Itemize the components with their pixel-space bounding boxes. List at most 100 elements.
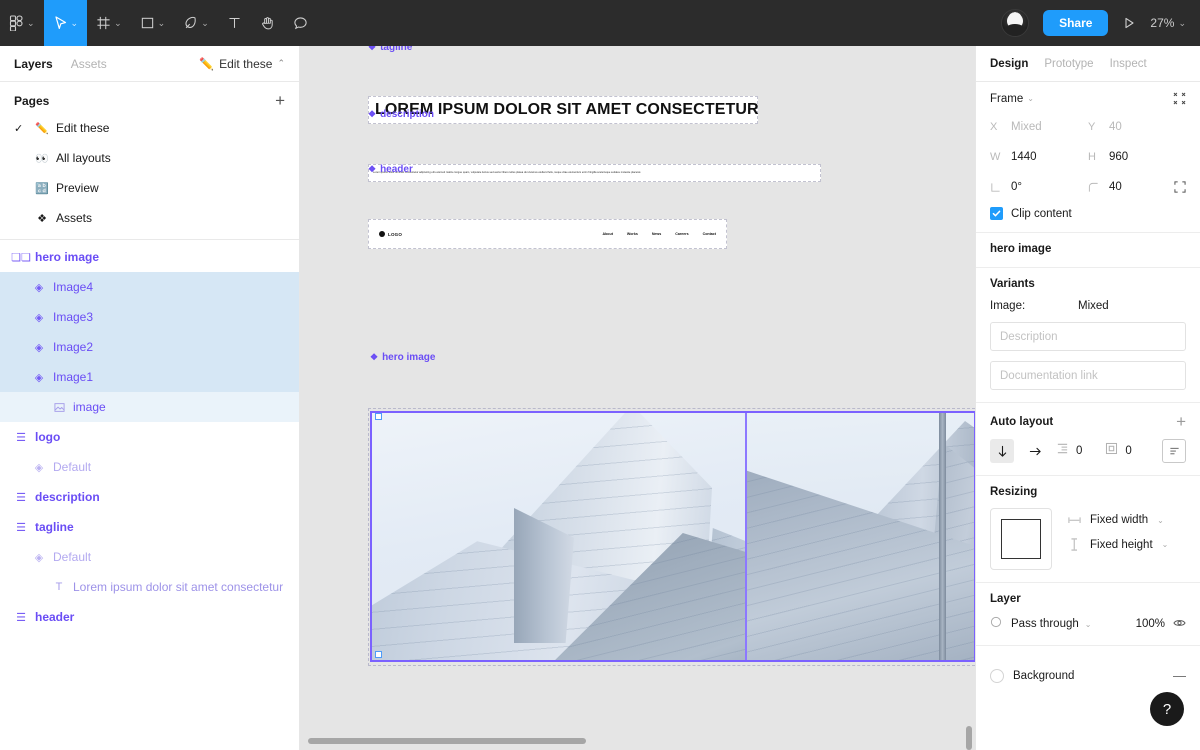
remove-background-button[interactable]: — [1173,668,1186,683]
auto-layout-horizontal-button[interactable] [1023,439,1047,463]
text-tool-icon[interactable] [218,0,251,46]
background-color-swatch[interactable] [990,668,1004,683]
nav-item-works[interactable]: Works [627,232,638,236]
present-button[interactable] [1122,16,1136,30]
nav-item-contact[interactable]: Contact [703,232,716,236]
share-button[interactable]: Share [1043,10,1109,36]
auto-layout-vertical-button[interactable] [990,439,1014,463]
fixed-width-label: Fixed width [1090,514,1149,526]
node-label-text: hero image [382,352,436,363]
chevron-down-icon: ⌄ [1084,619,1092,629]
auto-layout-header: Auto layout + [990,413,1186,430]
vertical-scrollbar-thumb[interactable] [966,726,972,750]
resizing-preview-inner [1001,519,1041,559]
frame-corner-field[interactable]: 40 [1088,173,1186,201]
resizing-preview-box[interactable] [990,508,1052,570]
frame-x-field[interactable]: X Mixed [990,113,1088,141]
add-auto-layout-button[interactable]: + [1176,413,1186,430]
move-tool-icon[interactable]: ⌄ [43,0,88,46]
layer-row[interactable]: ☰ tagline [0,512,299,542]
chevron-down-icon: ⌄ [1161,540,1169,549]
fixed-height-dropdown[interactable]: Fixed height ⌄ [1068,538,1168,551]
layer-row[interactable]: ❏❏ hero image [0,242,299,272]
nav-item-about[interactable]: About [603,232,613,236]
frame-rotation-field[interactable]: 0° [990,173,1088,201]
check-icon: ✓ [14,122,24,135]
page-item-preview[interactable]: 🔡 Preview [0,173,299,203]
resize-handle-top-left[interactable] [375,413,382,420]
shape-tool-icon[interactable]: ⌄ [131,0,175,46]
frame-section: Frame ⌄ X Mixed Y 40 W 1440 H 960 0° 40 … [976,82,1200,233]
layer-row[interactable]: ◈ Image3 [0,302,299,332]
add-page-button[interactable]: + [275,92,285,109]
frame-tool-icon[interactable]: ⌄ [87,0,131,46]
user-avatar[interactable] [1001,9,1030,37]
auto-layout-alignment-button[interactable] [1162,439,1186,463]
layer-row[interactable]: ☰ header [0,602,299,632]
figma-menu-icon[interactable]: ⌄ [0,0,44,46]
clip-content-row[interactable]: Clip content [990,207,1186,220]
logo-mark-icon [379,231,385,237]
file-name-dropdown[interactable]: ✏️ Edit these ⌃ [199,57,285,71]
tab-assets[interactable]: Assets [71,57,107,71]
node-label-header[interactable]: ❖ header [368,164,413,175]
frame-h-field[interactable]: H 960 [1088,143,1186,171]
layer-row[interactable]: ☰ logo [0,422,299,452]
blend-mode-dropdown[interactable]: Pass through ⌄ [1011,618,1091,630]
layer-row[interactable]: image [0,392,299,422]
hero-image-frame[interactable] [371,412,975,661]
opacity-field[interactable]: 100% [1136,617,1186,632]
node-label-hero-image[interactable]: ❖ hero image [370,352,435,363]
figma-app-window: ⌄ ⌄ ⌄ ⌄ ⌄ Share 27% ⌄ Layers Assets ✏️ E… [0,0,1200,750]
design-canvas[interactable]: ❖ tagline LOREM IPSUM DOLOR SIT AMET CON… [300,46,975,750]
tab-prototype[interactable]: Prototype [1044,58,1093,70]
independent-corners-icon[interactable] [1174,181,1186,193]
help-button[interactable]: ? [1150,692,1184,726]
auto-layout-spacing-field[interactable]: 0 [1056,442,1082,460]
layer-row[interactable]: ◈ Image1 [0,362,299,392]
component-set-icon: ☰ [16,431,26,444]
variant-property-row[interactable]: Image: Mixed [990,300,1186,312]
collapse-frame-icon[interactable] [1173,92,1186,105]
header-frame[interactable]: LOGO About Works News Careers Contact [368,219,727,249]
page-item-all-layouts[interactable]: 👀 All layouts [0,143,299,173]
node-label-description[interactable]: ❖ description [368,109,434,120]
node-label-tagline[interactable]: ❖ tagline [368,46,412,53]
hero-image-pane-1[interactable] [372,413,747,660]
hand-tool-icon[interactable] [251,0,284,46]
fixed-width-dropdown[interactable]: Fixed width ⌄ [1068,514,1168,526]
resize-handle-bottom-left[interactable] [375,651,382,658]
horizontal-scrollbar-thumb[interactable] [308,738,586,744]
clip-content-checkbox[interactable] [990,207,1003,220]
top-toolbar: ⌄ ⌄ ⌄ ⌄ ⌄ Share 27% ⌄ [0,0,1200,46]
frame-y-field[interactable]: Y 40 [1088,113,1186,141]
hero-image-pane-2[interactable] [747,413,974,660]
layer-row[interactable]: ◈ Default [0,542,299,572]
frame-w-field[interactable]: W 1440 [990,143,1088,171]
layer-row[interactable]: T Lorem ipsum dolor sit amet consectetur [0,572,299,602]
layer-row[interactable]: ◈ Default [0,452,299,482]
auto-layout-padding-field[interactable]: 0 [1105,442,1132,460]
nav-item-careers[interactable]: Careers [675,232,688,236]
zoom-level-control[interactable]: 27% ⌄ [1150,16,1186,30]
horizontal-scrollbar-track[interactable] [300,730,975,750]
page-item-assets[interactable]: ❖ Assets [0,203,299,233]
documentation-link-input[interactable] [990,361,1186,390]
nav-item-news[interactable]: News [652,232,661,236]
description-input[interactable] [990,322,1186,351]
chevron-down-icon: ⌄ [27,17,35,28]
layer-row[interactable]: ◈ Image4 [0,272,299,302]
visibility-eye-icon[interactable] [1173,617,1186,632]
comment-tool-icon[interactable] [284,0,317,46]
tab-layers[interactable]: Layers [14,57,53,71]
padding-value: 0 [1125,445,1132,457]
pen-tool-icon[interactable]: ⌄ [174,0,218,46]
layer-row[interactable]: ◈ Image2 [0,332,299,362]
layer-row[interactable]: ☰ description [0,482,299,512]
tab-inspect[interactable]: Inspect [1110,58,1147,70]
page-item-edit-these[interactable]: ✓ ✏️ Edit these [0,113,299,143]
frame-title-dropdown[interactable]: Frame ⌄ [990,93,1034,105]
component-icon: ◈ [34,551,44,564]
tab-design[interactable]: Design [990,58,1028,70]
description-frame[interactable]: Lorem ipsum dolor sit amet consectetur a… [368,164,821,182]
